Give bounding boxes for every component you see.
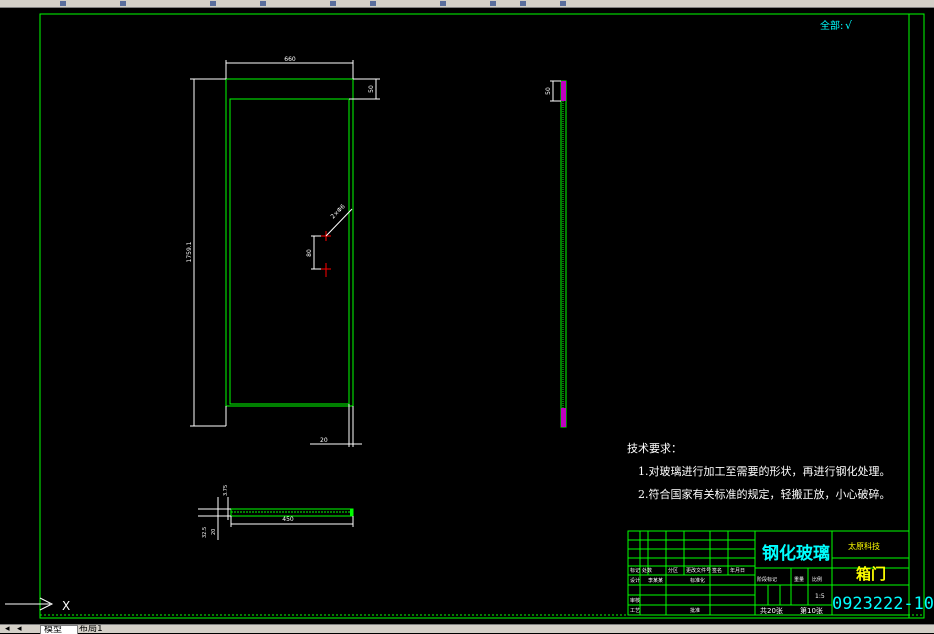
cut-icon[interactable] [330, 1, 336, 6]
frame-margin [908, 13, 925, 619]
title-block: 标记 处数 分区 更改文件号 签名 年月日 设计 李某某 标准化 审核 工艺 批… [627, 530, 934, 616]
drawing-number: 0923222-10 [832, 594, 934, 614]
notes-title: 技术要求： [627, 442, 682, 455]
grid-label: 李某某 [648, 577, 663, 584]
top-dim: 50 [368, 85, 375, 93]
sheet-total: 共20张 [760, 606, 783, 615]
grid-label: 处数 [642, 567, 652, 574]
drawing-canvas[interactable]: 全部: √ 660 50 1759.1 80 2×Φ6 20 50 450 3.… [0, 8, 934, 624]
grid-label: 年月日 [730, 567, 745, 574]
hole-offset-dim: 80 [306, 249, 313, 257]
grid-label: 审核 [630, 597, 640, 604]
print-icon[interactable] [260, 1, 266, 6]
grid-label: 标记 [630, 567, 640, 574]
section-dim-3: 32.5 [202, 527, 208, 538]
side-view: 50 [545, 80, 567, 428]
open-icon[interactable] [120, 1, 126, 6]
grid-label: 工艺 [630, 608, 640, 614]
undo-icon[interactable] [490, 1, 496, 6]
note-item: 1.对玻璃进行加工至需要的形状，再进行钢化处理。 [638, 464, 891, 478]
roughness-label: 全部: [820, 19, 843, 32]
drawing-border [39, 13, 910, 619]
ucs-icon: X [5, 597, 70, 613]
hole-dim: 2×Φ6 [329, 203, 346, 220]
roughness-symbol: √ [845, 19, 853, 32]
glass-outline [225, 78, 354, 407]
side-seal-top [561, 81, 566, 101]
side-dim: 50 [545, 87, 552, 95]
grid-label: 设计 [630, 577, 640, 584]
section-length-dim: 450 [282, 516, 294, 523]
front-view: 660 50 1759.1 80 2×Φ6 20 [186, 56, 380, 447]
sheet-no: 第10张 [800, 606, 823, 615]
section-dim-1: 3.75 [223, 485, 229, 496]
school-name: 太原科技 [848, 541, 880, 551]
paste-icon[interactable] [440, 1, 446, 6]
grid-label: 分区 [668, 567, 678, 574]
part-name: 钢化玻璃 [762, 543, 830, 564]
width-dim: 660 [284, 56, 296, 63]
scale: 1:5 [815, 593, 825, 600]
grid-label: 批准 [690, 607, 700, 614]
side-seal-bottom [561, 408, 566, 427]
new-icon[interactable] [60, 1, 66, 6]
material-col: 重量 [794, 576, 804, 583]
redo-icon[interactable] [520, 1, 526, 6]
assembly-name: 箱门 [856, 565, 886, 583]
technical-notes: 技术要求： 1.对玻璃进行加工至需要的形状，再进行钢化处理。 2.符合国家有关标… [627, 442, 891, 501]
height-dim: 1759.1 [186, 241, 193, 262]
zoom-icon[interactable] [560, 1, 566, 6]
section-view: 450 3.75 20 32.5 [198, 485, 354, 540]
tab-model[interactable]: 模型 [40, 625, 78, 634]
toolbar [0, 0, 934, 8]
ucs-axis-label: X [62, 599, 70, 613]
grid-label: 标准化 [690, 577, 705, 584]
section-dim-2: 20 [211, 529, 217, 535]
material-col: 比例 [812, 576, 822, 583]
bottom-dim: 20 [320, 437, 328, 444]
copy-icon[interactable] [370, 1, 376, 6]
material-col: 阶段标记 [757, 576, 777, 583]
save-icon[interactable] [210, 1, 216, 6]
glass-inner-outline [229, 98, 350, 405]
note-item: 2.符合国家有关标准的规定，轻搬正放，小心破碎。 [638, 487, 891, 501]
grid-label: 更改文件号 [686, 567, 711, 574]
grid-label: 签名 [712, 567, 722, 574]
